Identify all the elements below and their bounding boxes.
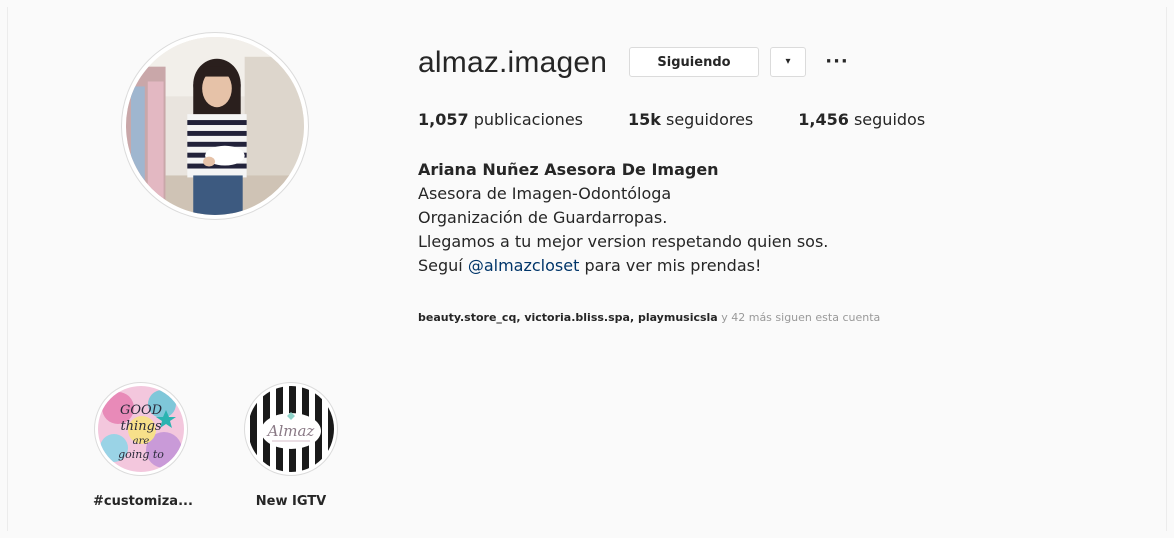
followed-by-users: beauty.store_cq, victoria.bliss.spa, pla…: [418, 311, 718, 324]
followers-count: 15k: [628, 110, 661, 129]
posts-label: publicaciones: [468, 110, 583, 129]
following-button[interactable]: Siguiendo: [629, 47, 759, 77]
highlight-label: #customiza...: [93, 494, 193, 509]
followed-by[interactable]: beauty.store_cq, victoria.bliss.spa, pla…: [418, 311, 880, 324]
bio-line-2: Organización de Guardarropas.: [418, 208, 668, 227]
followers-label: seguidores: [660, 110, 754, 129]
suggestions-dropdown-button[interactable]: ▾: [770, 47, 806, 77]
followed-by-suffix: y 42 más siguen esta cuenta: [717, 311, 881, 324]
bio-line-4: Seguí @almazcloset para ver mis prendas!: [418, 254, 828, 278]
highlight-item-customiza[interactable]: GOOD things are going to #customiza...: [93, 382, 193, 509]
profile-username: almaz.imagen: [418, 46, 608, 79]
following-count: 1,456: [798, 110, 849, 129]
profile-full-name: Ariana Nuñez Asesora De Imagen: [418, 160, 719, 179]
bio-line-1: Asesora de Imagen-Odontóloga: [418, 184, 672, 203]
more-options-button[interactable]: ···: [822, 47, 852, 77]
svg-text:GOOD: GOOD: [120, 403, 163, 418]
followers-stat[interactable]: 15k seguidores: [628, 110, 753, 129]
svg-text:Almaz: Almaz: [266, 422, 315, 440]
profile-stats: 1,057 publicaciones 15k seguidores 1,456…: [418, 110, 970, 129]
svg-text:things: things: [120, 419, 161, 434]
following-label: seguidos: [848, 110, 926, 129]
ellipsis-icon: ···: [825, 51, 849, 72]
bio-line-3: Llegamos a tu mejor version respetando q…: [418, 232, 829, 251]
highlight-ring: GOOD things are going to: [94, 382, 188, 476]
almaz-logo-highlight-icon: Almaz: [248, 386, 334, 472]
highlight-item-new-igtv[interactable]: Almaz New IGTV: [243, 382, 339, 509]
highlight-label: New IGTV: [255, 494, 327, 509]
posts-stat: 1,057 publicaciones: [418, 110, 583, 129]
bio-line-4-prefix: Seguí: [418, 256, 468, 275]
avatar-photo-icon: [126, 37, 304, 215]
following-stat[interactable]: 1,456 seguidos: [798, 110, 925, 129]
chevron-down-icon: ▾: [785, 56, 791, 67]
posts-count: 1,057: [418, 110, 469, 129]
svg-text:are: are: [133, 436, 150, 447]
mention-link[interactable]: @almazcloset: [468, 256, 580, 275]
svg-text:going to: going to: [118, 448, 164, 461]
profile-bio: Ariana Nuñez Asesora De Imagen Asesora d…: [418, 158, 828, 278]
profile-avatar[interactable]: [121, 32, 309, 220]
bio-line-4-suffix: para ver mis prendas!: [579, 256, 762, 275]
good-things-highlight-icon: GOOD things are going to: [98, 386, 184, 472]
highlight-ring: Almaz: [244, 382, 338, 476]
